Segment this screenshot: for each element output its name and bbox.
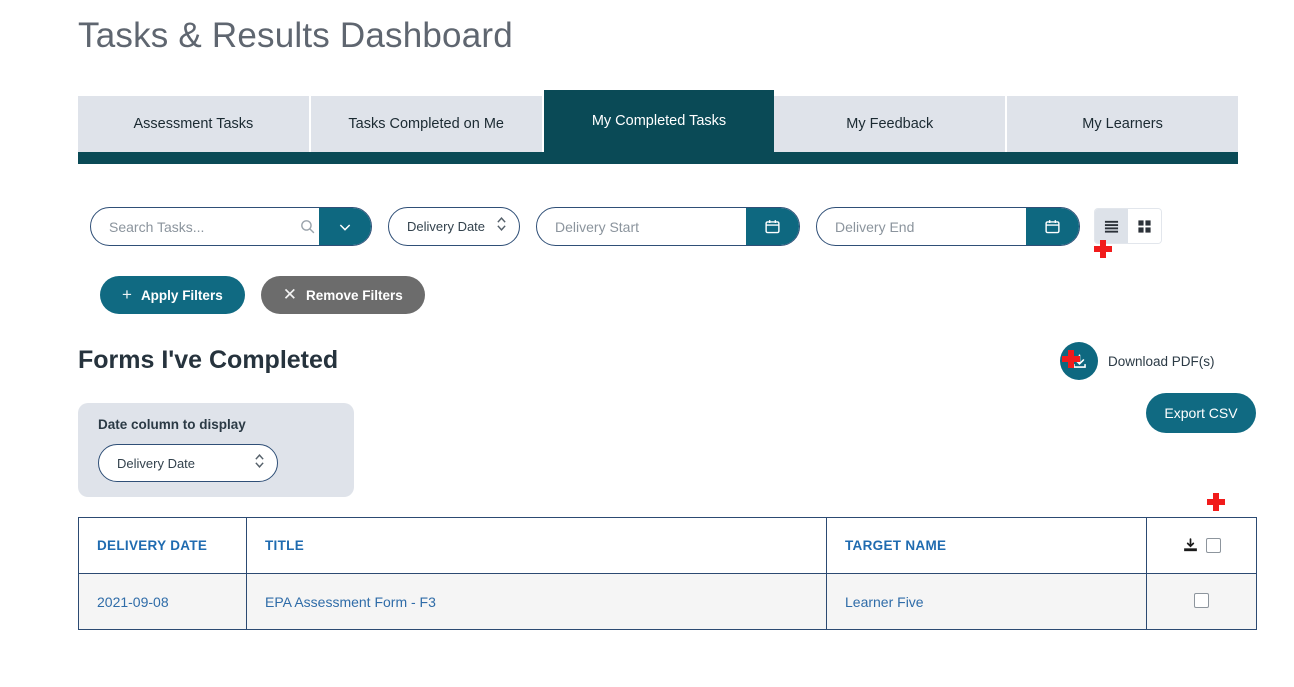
calendar-icon (1045, 220, 1060, 234)
cell-target-name: Learner Five (826, 573, 1147, 630)
delivery-end-calendar-button[interactable] (1026, 208, 1079, 245)
sort-select[interactable]: Delivery Date (388, 207, 520, 246)
stepper-updown-icon (495, 214, 509, 239)
tab-my-completed-tasks[interactable]: My Completed Tasks (543, 90, 775, 152)
date-column-select[interactable]: Delivery Date (98, 444, 278, 482)
search-input[interactable] (91, 208, 296, 245)
list-view-icon (1104, 220, 1119, 233)
close-x-icon: ✕ (282, 285, 297, 304)
tab-label: My Learners (1082, 116, 1163, 132)
column-header-select (1146, 517, 1257, 574)
stepper-updown-icon (253, 451, 267, 476)
delivery-start-input[interactable] (537, 208, 746, 245)
cell-select (1146, 573, 1257, 630)
completed-forms-table: DELIVERY DATE TITLE TARGET NAME 2021-09-… (78, 517, 1257, 630)
tab-bar-underline (78, 152, 1238, 164)
cursor-marker-table (1207, 493, 1225, 511)
export-csv-label: Export CSV (1164, 405, 1238, 421)
column-header-title[interactable]: TITLE (246, 517, 827, 574)
section-heading: Forms I've Completed (78, 346, 339, 374)
tab-label: My Feedback (846, 116, 934, 132)
delivery-end-field-group (816, 207, 1080, 246)
page-title: Tasks & Results Dashboard (78, 16, 513, 55)
tab-bar: Assessment Tasks Tasks Completed on Me M… (78, 90, 1238, 152)
cell-title[interactable]: EPA Assessment Form - F3 (246, 573, 827, 630)
search-icon (296, 208, 319, 245)
table-body: 2021-09-08 EPA Assessment Form - F3 Lear… (78, 573, 1257, 630)
tab-my-feedback[interactable]: My Feedback (774, 96, 1008, 152)
sort-select-value: Delivery Date (407, 219, 486, 234)
table-header: DELIVERY DATE TITLE TARGET NAME (78, 517, 1257, 574)
table-header-row: DELIVERY DATE TITLE TARGET NAME (78, 517, 1257, 574)
search-dropdown-button[interactable] (318, 208, 371, 245)
grid-view-button[interactable] (1128, 209, 1161, 243)
apply-filters-button[interactable]: + Apply Filters (100, 276, 245, 314)
date-column-select-value: Delivery Date (117, 455, 196, 471)
remove-filters-button[interactable]: ✕ Remove Filters (260, 276, 425, 314)
apply-filters-label: Apply Filters (140, 287, 223, 303)
tab-my-learners[interactable]: My Learners (1007, 96, 1238, 152)
tab-label: Tasks Completed on Me (348, 116, 504, 132)
date-column-panel: Date column to display Delivery Date (78, 403, 354, 497)
column-header-delivery-date[interactable]: DELIVERY DATE (78, 517, 247, 574)
tab-label: Assessment Tasks (133, 116, 254, 132)
view-toggle-group (1094, 208, 1162, 244)
delivery-start-field-group (536, 207, 800, 246)
select-all-checkbox[interactable] (1206, 538, 1221, 553)
tab-assessment-tasks[interactable]: Assessment Tasks (78, 96, 311, 152)
tab-tasks-completed-on-me[interactable]: Tasks Completed on Me (310, 96, 544, 152)
remove-filters-label: Remove Filters (305, 287, 403, 303)
download-icon[interactable] (1182, 537, 1199, 554)
delivery-start-calendar-button[interactable] (746, 208, 799, 245)
filter-actions: + Apply Filters ✕ Remove Filters (100, 276, 425, 314)
delivery-end-input[interactable] (817, 208, 1026, 245)
plus-icon: + (122, 285, 132, 304)
tab-label: My Completed Tasks (591, 113, 727, 129)
table-row[interactable]: 2021-09-08 EPA Assessment Form - F3 Lear… (78, 573, 1257, 630)
row-select-checkbox[interactable] (1194, 592, 1209, 608)
date-column-label: Date column to display (98, 417, 246, 432)
column-header-target-name[interactable]: TARGET NAME (826, 517, 1147, 574)
cell-delivery-date: 2021-09-08 (78, 573, 247, 630)
dashboard-page: Tasks & Results Dashboard Assessment Tas… (0, 0, 1294, 687)
cursor-marker-download-pdf (1062, 350, 1080, 368)
download-pdf-group: Download PDF(s) (1060, 342, 1215, 380)
search-field-group (90, 207, 372, 246)
list-view-button[interactable] (1095, 209, 1128, 243)
chevron-down-icon (339, 223, 351, 231)
grid-view-icon (1138, 219, 1151, 233)
export-csv-button[interactable]: Export CSV (1146, 393, 1256, 433)
calendar-icon (765, 220, 780, 234)
cursor-marker-view-toggle (1094, 240, 1112, 258)
download-pdf-label: Download PDF(s) (1108, 353, 1215, 369)
